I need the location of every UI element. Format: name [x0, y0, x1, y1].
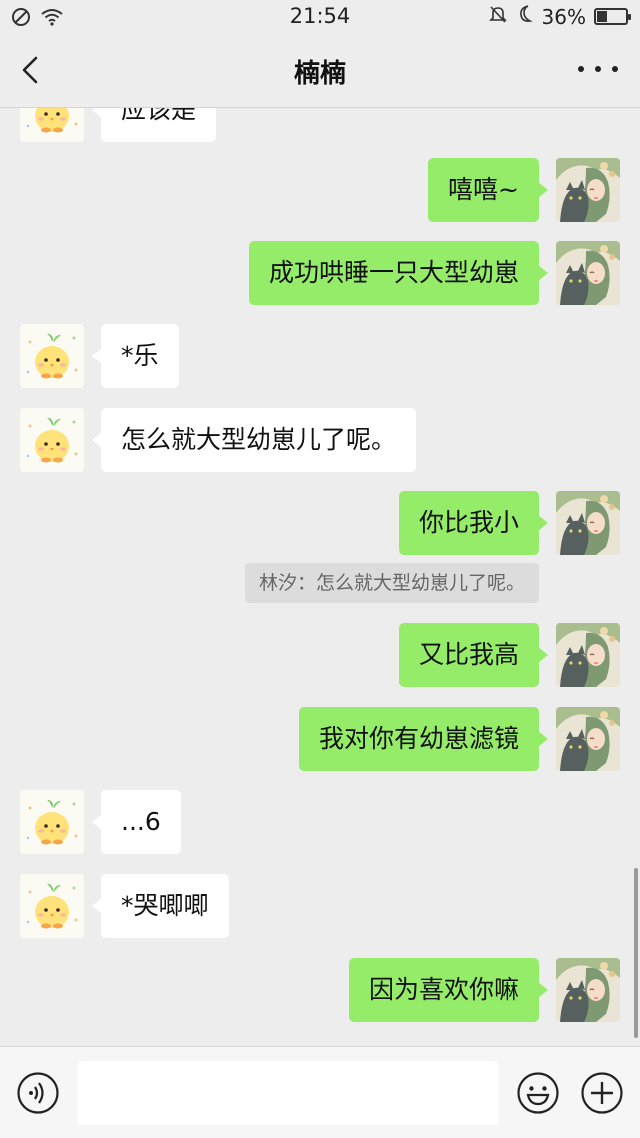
incoming-message: 怎么就大型幼崽儿了呢。 — [0, 408, 640, 472]
contact-avatar[interactable] — [20, 408, 84, 472]
outgoing-message: 因为喜欢你嘛 — [0, 958, 640, 1022]
status-right-icons: 36% — [488, 4, 631, 29]
plus-button[interactable] — [580, 1071, 624, 1115]
message-bubble[interactable]: 因为喜欢你嘛 — [348, 958, 549, 1022]
more-dot — [595, 66, 601, 72]
my-avatar[interactable] — [556, 707, 620, 771]
contact-avatar[interactable] — [20, 108, 84, 142]
plus-icon — [581, 1072, 623, 1114]
battery-percent: 36% — [541, 4, 586, 29]
contact-avatar[interactable] — [20, 790, 84, 854]
message-bubble[interactable]: 成功哄睡一只大型幼崽 — [248, 241, 549, 305]
voice-icon — [17, 1072, 59, 1114]
outgoing-message: 我对你有幼崽滤镜 — [0, 707, 640, 771]
back-button[interactable] — [14, 52, 50, 88]
battery-level-fill — [597, 11, 607, 22]
outgoing-message: 嘻嘻~ — [0, 158, 640, 222]
incoming-message: *乐 — [0, 324, 640, 388]
quoted-message[interactable]: 林汐：怎么就大型幼崽儿了呢。 — [244, 563, 539, 603]
message-bubble[interactable]: 我对你有幼崽滤镜 — [298, 707, 549, 771]
more-button[interactable] — [578, 54, 618, 84]
voice-button[interactable] — [16, 1071, 60, 1115]
outgoing-message: 成功哄睡一只大型幼崽 — [0, 241, 640, 305]
message-input[interactable] — [77, 1061, 499, 1125]
message-list[interactable]: 应该是嘻嘻~ 成功哄睡一只大型幼崽 *乐怎么就大型幼崽儿了呢。你比我小又比我高我对你… — [0, 108, 640, 1046]
emoji-button[interactable] — [516, 1071, 560, 1115]
battery-icon — [594, 8, 631, 25]
mute-bell-icon — [488, 4, 508, 29]
chevron-left-icon — [22, 56, 38, 84]
more-dots-icon — [578, 66, 584, 72]
my-avatar[interactable] — [556, 491, 620, 555]
message-bubble[interactable]: ...6 — [92, 790, 181, 854]
my-avatar[interactable] — [556, 241, 620, 305]
message-bubble[interactable]: *乐 — [92, 324, 179, 388]
message-bubble[interactable]: 怎么就大型幼崽儿了呢。 — [91, 408, 417, 472]
my-avatar[interactable] — [556, 158, 620, 222]
chat-title: 楠楠 — [293, 59, 346, 89]
message-bubble[interactable]: 应该是 — [91, 108, 217, 142]
outgoing-message: 你比我小 — [0, 491, 640, 555]
more-dot — [612, 66, 618, 72]
my-avatar[interactable] — [556, 958, 620, 1022]
status-bar: 21:54 36% — [0, 0, 640, 34]
emoji-icon — [517, 1072, 559, 1114]
chat-header: 楠楠 — [0, 34, 640, 108]
message-bubble[interactable]: 你比我小 — [398, 491, 549, 555]
message-bubble[interactable]: *哭唧唧 — [92, 874, 229, 938]
moon-icon — [516, 4, 534, 29]
message-bubble[interactable]: 又比我高 — [398, 623, 549, 687]
incoming-message: ...6 — [0, 790, 640, 854]
incoming-message: 应该是 — [0, 108, 640, 142]
contact-avatar[interactable] — [20, 324, 84, 388]
contact-avatar[interactable] — [20, 874, 84, 938]
incoming-message: *哭唧唧 — [0, 874, 640, 938]
scrollbar[interactable] — [634, 868, 638, 1038]
outgoing-message: 又比我高 — [0, 623, 640, 687]
my-avatar[interactable] — [556, 623, 620, 687]
input-bar — [0, 1046, 640, 1138]
message-bubble[interactable]: 嘻嘻~ — [428, 158, 548, 222]
